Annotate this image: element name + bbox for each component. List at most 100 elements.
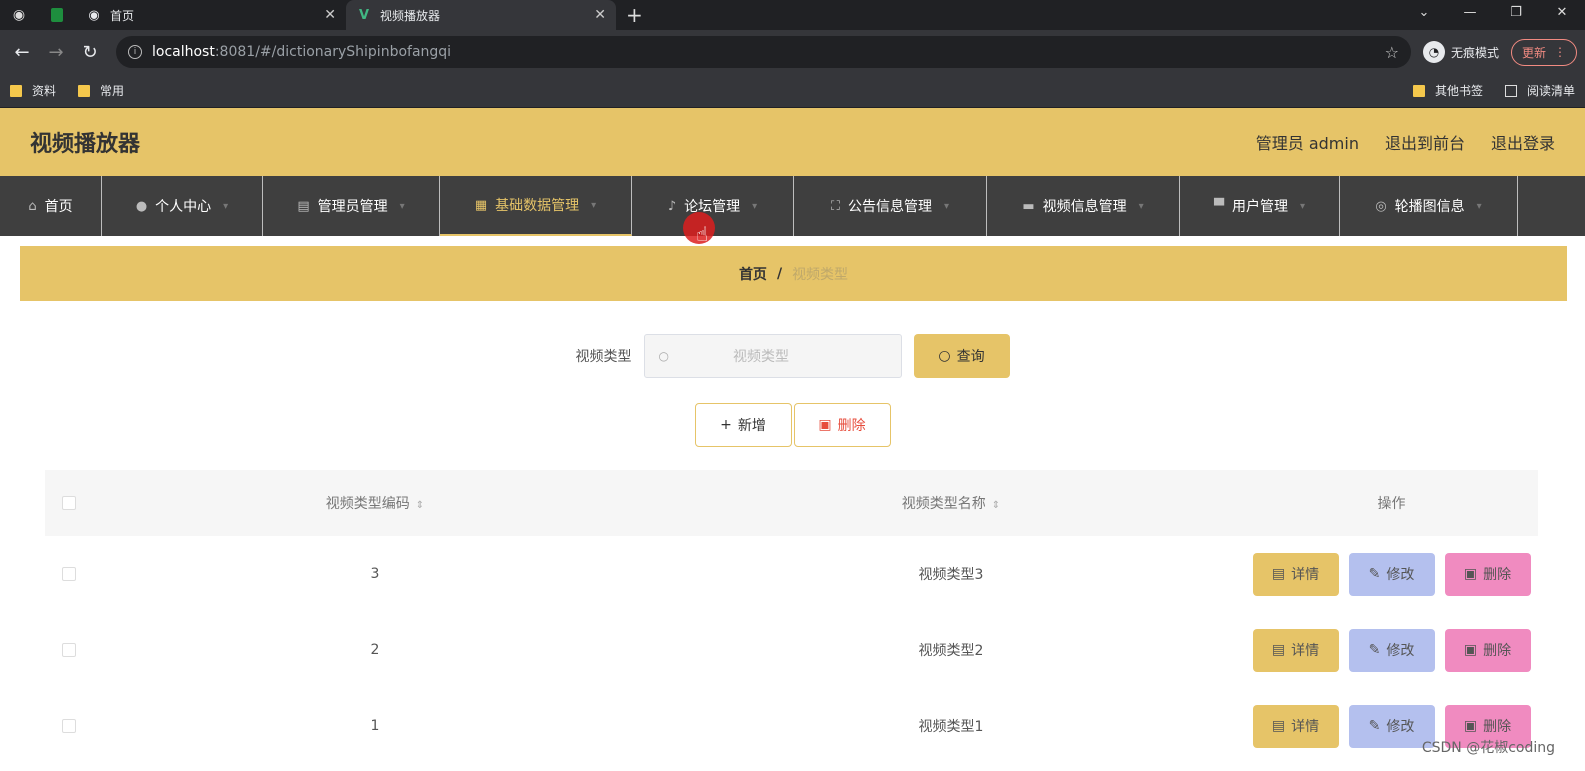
incognito-indicator[interactable]: ◔ 无痕模式 bbox=[1422, 41, 1499, 63]
nav-basic-data-management[interactable]: ▦ 基础数据管理 ▾ bbox=[440, 176, 632, 236]
nav-carousel-info[interactable]: ◎ 轮播图信息 ▾ bbox=[1340, 176, 1518, 236]
bookmark-label: 资料 bbox=[32, 84, 57, 98]
close-icon[interactable]: ✕ bbox=[324, 7, 336, 23]
tab-title: 视频播放器 bbox=[380, 8, 441, 23]
folder-icon bbox=[78, 84, 91, 97]
back-icon[interactable]: ← bbox=[8, 42, 36, 63]
column-header-label: 视频类型编码 bbox=[325, 496, 410, 512]
breadcrumb: 首页 / 视频类型 bbox=[20, 246, 1567, 301]
cell-name: 视频类型2 bbox=[918, 643, 984, 659]
microphone-icon: ♪ bbox=[667, 198, 677, 214]
user-icon: ● bbox=[135, 198, 148, 214]
document-icon: ▤ bbox=[1271, 642, 1286, 658]
add-label: 新增 bbox=[737, 418, 766, 434]
column-header: 操作 bbox=[1245, 493, 1538, 513]
detail-button[interactable]: ▤ 详情 bbox=[1252, 552, 1339, 596]
row-checkbox[interactable] bbox=[62, 643, 76, 657]
row-checkbox[interactable] bbox=[62, 567, 76, 581]
reload-icon[interactable]: ↻ bbox=[76, 42, 104, 63]
main-nav: ⌂ 首页 ● 个人中心 ▾ ▤ 管理员管理 ▾ ▦ 基础数据管理 ▾ ♪ 论坛管理 ▾ ⛶ 公告信息… bbox=[0, 176, 1585, 236]
cell-name: 视频类型3 bbox=[918, 567, 984, 583]
nav-personal-center[interactable]: ● 个人中心 ▾ bbox=[102, 176, 263, 236]
remove-button[interactable]: ▣ 删除 bbox=[1444, 628, 1531, 672]
info-icon[interactable]: i bbox=[128, 45, 142, 59]
table-row: 3 视频类型3 ▤ 详情 ✎ 修改 ▣ 删除 bbox=[45, 536, 1538, 612]
column-header[interactable]: 视频类型名称 ⇕ bbox=[657, 493, 1245, 513]
url-input[interactable]: i localhost:8081/#/dictionaryShipinbofan… bbox=[116, 36, 1411, 68]
edit-icon: ✎ bbox=[1368, 718, 1381, 734]
nav-video-management[interactable]: ▬ 视频信息管理 ▾ bbox=[987, 176, 1180, 236]
table-row: 1 视频类型1 ▤ 详情 ✎ 修改 ▣ 删除 bbox=[45, 688, 1538, 764]
edit-label: 修改 bbox=[1386, 719, 1415, 735]
reading-list-icon bbox=[1504, 84, 1517, 97]
folder-icon bbox=[1412, 84, 1425, 97]
table-row: 2 视频类型2 ▤ 详情 ✎ 修改 ▣ 删除 bbox=[45, 612, 1538, 688]
add-button[interactable]: + 新增 bbox=[694, 403, 792, 447]
globe-icon[interactable]: ◉ bbox=[0, 0, 38, 30]
update-button[interactable]: 更新 ⋮ bbox=[1510, 38, 1577, 66]
sort-icon[interactable]: ⇕ bbox=[992, 500, 1000, 511]
batch-delete-button[interactable]: ▣ 删除 bbox=[793, 403, 891, 447]
action-buttons: + 新增 ▣ 删除 bbox=[0, 403, 1585, 447]
sort-icon[interactable]: ⇕ bbox=[416, 500, 424, 511]
delete-label: 删除 bbox=[837, 418, 866, 434]
detail-label: 详情 bbox=[1291, 567, 1320, 583]
close-icon[interactable]: ✕ bbox=[594, 7, 606, 23]
column-header-label: 操作 bbox=[1377, 496, 1406, 512]
edit-button[interactable]: ✎ 修改 bbox=[1348, 628, 1435, 672]
nav-label: 首页 bbox=[44, 199, 73, 215]
url-host: localhost bbox=[152, 44, 215, 60]
forward-icon[interactable]: → bbox=[42, 42, 70, 63]
update-label: 更新 bbox=[1521, 45, 1546, 60]
search-placeholder: 视频类型 bbox=[732, 349, 789, 365]
remove-label: 删除 bbox=[1483, 567, 1512, 583]
detail-label: 详情 bbox=[1291, 719, 1320, 735]
nav-user-management[interactable]: ▀ 用户管理 ▾ bbox=[1180, 176, 1340, 236]
sheets-icon[interactable] bbox=[38, 0, 76, 30]
home-icon: ⌂ bbox=[28, 198, 37, 214]
bookmark-folder[interactable]: 常用 bbox=[78, 82, 124, 99]
breadcrumb-home[interactable]: 首页 bbox=[739, 264, 767, 284]
detail-button[interactable]: ▤ 详情 bbox=[1252, 704, 1339, 748]
column-header[interactable]: 视频类型编码 ⇕ bbox=[93, 493, 657, 513]
clipboard-icon: ▤ bbox=[297, 198, 310, 214]
new-tab-button[interactable]: + bbox=[626, 0, 643, 30]
reading-list[interactable]: 阅读清单 bbox=[1504, 82, 1575, 99]
chevron-down-icon: ▾ bbox=[1476, 200, 1482, 212]
star-icon[interactable]: ☆ bbox=[1385, 43, 1399, 62]
nav-notice-management[interactable]: ⛶ 公告信息管理 ▾ bbox=[794, 176, 987, 236]
chevron-down-icon[interactable]: ⌄ bbox=[1401, 0, 1447, 30]
search-label: 视频类型 bbox=[575, 349, 632, 365]
select-all-checkbox[interactable] bbox=[62, 496, 76, 510]
app-title: 视频播放器 bbox=[30, 132, 141, 157]
bookmarks-bar: 资料 常用 其他书签 阅读清单 bbox=[0, 74, 1585, 108]
message-icon: ▬ bbox=[1022, 198, 1035, 214]
bookmark-folder[interactable]: 资料 bbox=[10, 82, 56, 99]
edit-label: 修改 bbox=[1386, 567, 1415, 583]
nav-admin-management[interactable]: ▤ 管理员管理 ▾ bbox=[263, 176, 440, 236]
remove-button[interactable]: ▣ 删除 bbox=[1444, 552, 1531, 596]
query-button[interactable]: ○ 查询 bbox=[913, 334, 1010, 378]
minimize-icon[interactable]: — bbox=[1447, 0, 1493, 30]
tab-home[interactable]: ◉ 首页 ✕ bbox=[76, 0, 346, 30]
restore-icon[interactable]: ❐ bbox=[1493, 0, 1539, 30]
tab-video-player[interactable]: V 视频播放器 ✕ bbox=[346, 0, 616, 30]
edit-button[interactable]: ✎ 修改 bbox=[1348, 552, 1435, 596]
breadcrumb-current: 视频类型 bbox=[792, 266, 849, 283]
close-window-icon[interactable]: ✕ bbox=[1539, 0, 1585, 30]
detail-button[interactable]: ▤ 详情 bbox=[1252, 628, 1339, 672]
trash-icon: ▣ bbox=[1463, 642, 1478, 658]
search-input[interactable]: ○ 视频类型 bbox=[643, 334, 902, 378]
folder-icon bbox=[10, 84, 22, 97]
nav-label: 轮播图信息 bbox=[1394, 199, 1465, 215]
users-icon: ▀ bbox=[1213, 198, 1224, 214]
chevron-down-icon: ▾ bbox=[752, 200, 758, 212]
other-bookmarks[interactable]: 其他书签 bbox=[1412, 82, 1483, 99]
row-checkbox[interactable] bbox=[62, 719, 76, 733]
exit-to-frontend-link[interactable]: 退出到前台 bbox=[1385, 130, 1465, 154]
document-icon: ▤ bbox=[1271, 566, 1286, 582]
grid-icon: ▦ bbox=[474, 197, 488, 213]
url-path: :8081/#/dictionaryShipinbofangqi bbox=[214, 44, 452, 60]
logout-link[interactable]: 退出登录 bbox=[1491, 130, 1555, 154]
nav-home[interactable]: ⌂ 首页 bbox=[0, 176, 102, 236]
